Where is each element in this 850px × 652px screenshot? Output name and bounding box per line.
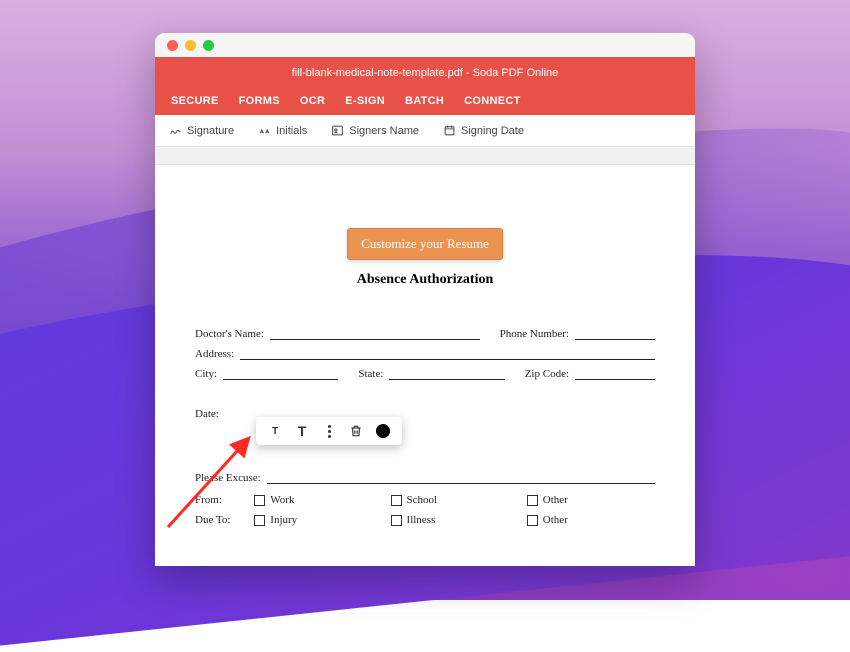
app-window: fill-blank-medical-note-template.pdf - S… xyxy=(155,33,695,566)
label-please-excuse: Please Excuse: xyxy=(195,472,261,484)
field-city[interactable] xyxy=(223,368,338,380)
text-edit-toolbar[interactable]: T T xyxy=(256,417,402,445)
minimize-icon[interactable] xyxy=(185,40,196,51)
label-state: State: xyxy=(358,368,383,380)
label-zip: Zip Code: xyxy=(525,368,569,380)
field-phone[interactable] xyxy=(575,328,655,340)
trash-icon[interactable] xyxy=(349,424,363,438)
tab-secure[interactable]: SECURE xyxy=(161,86,229,115)
signing-date-button[interactable]: Signing Date xyxy=(443,124,524,137)
tab-esign[interactable]: E-SIGN xyxy=(335,86,395,115)
initials-button[interactable]: Initials xyxy=(258,124,307,137)
cb-label: Other xyxy=(543,494,568,506)
label-due-to: Due To: xyxy=(195,514,246,526)
more-icon[interactable] xyxy=(322,424,336,438)
label-city: City: xyxy=(195,368,217,380)
checkbox-work[interactable]: Work xyxy=(254,494,382,506)
window-titlebar xyxy=(155,33,695,57)
tab-connect[interactable]: CONNECT xyxy=(454,86,531,115)
form-body: Doctor's Name: Phone Number: Address: Ci… xyxy=(165,328,685,526)
initials-icon xyxy=(258,124,271,137)
text-large-icon[interactable]: T xyxy=(295,424,309,438)
color-icon[interactable] xyxy=(376,424,390,438)
initials-label: Initials xyxy=(276,125,307,137)
checkbox-other-due[interactable]: Other xyxy=(527,514,655,526)
tab-forms[interactable]: FORMS xyxy=(229,86,290,115)
document-page: Customize your Resume Absence Authorizat… xyxy=(155,165,695,566)
checkbox-school[interactable]: School xyxy=(391,494,519,506)
field-address[interactable] xyxy=(240,348,655,360)
field-please-excuse[interactable] xyxy=(267,472,655,484)
signers-name-button[interactable]: Signers Name xyxy=(331,124,419,137)
checkbox-illness[interactable]: Illness xyxy=(391,514,519,526)
signature-button[interactable]: Signature xyxy=(169,124,234,137)
cb-label: Other xyxy=(543,514,568,526)
label-date: Date: xyxy=(195,408,219,420)
document-title: fill-blank-medical-note-template.pdf - S… xyxy=(155,57,695,86)
checkbox-injury[interactable]: Injury xyxy=(254,514,382,526)
ribbon-band xyxy=(155,147,695,165)
tab-batch[interactable]: BATCH xyxy=(395,86,454,115)
field-state[interactable] xyxy=(389,368,504,380)
cb-label: Work xyxy=(270,494,294,506)
label-doctors-name: Doctor's Name: xyxy=(195,328,264,340)
cb-label: School xyxy=(407,494,438,506)
customize-resume-button[interactable]: Customize your Resume xyxy=(347,228,503,260)
cb-label: Injury xyxy=(270,514,297,526)
label-phone: Phone Number: xyxy=(500,328,569,340)
signers-name-label: Signers Name xyxy=(349,125,419,137)
main-tabs: SECURE FORMS OCR E-SIGN BATCH CONNECT xyxy=(155,86,695,115)
header-bar: fill-blank-medical-note-template.pdf - S… xyxy=(155,57,695,115)
close-icon[interactable] xyxy=(167,40,178,51)
field-zip[interactable] xyxy=(575,368,655,380)
signature-label: Signature xyxy=(187,125,234,137)
field-doctors-name[interactable] xyxy=(270,328,480,340)
label-address: Address: xyxy=(195,348,234,360)
text-small-icon[interactable]: T xyxy=(268,424,282,438)
label-from: From: xyxy=(195,494,246,506)
sign-toolbar: Signature Initials Signers Name Signing … xyxy=(155,115,695,147)
page-title: Absence Authorization xyxy=(165,272,685,288)
signature-icon xyxy=(169,124,182,137)
cb-label: Illness xyxy=(407,514,436,526)
maximize-icon[interactable] xyxy=(203,40,214,51)
signing-date-label: Signing Date xyxy=(461,125,524,137)
person-icon xyxy=(331,124,344,137)
tab-ocr[interactable]: OCR xyxy=(290,86,335,115)
checkbox-other-from[interactable]: Other xyxy=(527,494,655,506)
calendar-icon xyxy=(443,124,456,137)
